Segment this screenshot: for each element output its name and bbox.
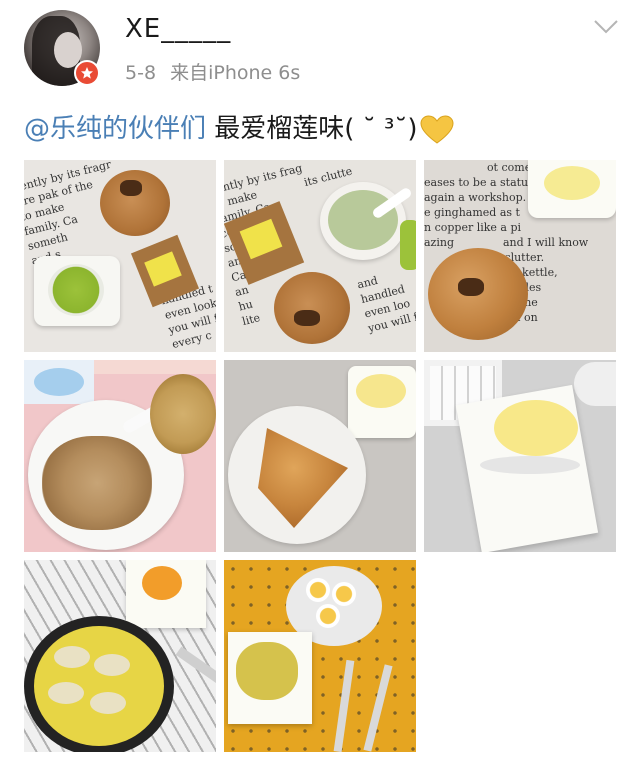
yellow-heart-icon xyxy=(420,114,454,144)
photo-2-chocolate xyxy=(294,310,320,326)
photo-7-dumpling-2 xyxy=(94,654,130,676)
post-text: @乐纯的伙伴们 最爱榴莲味( ˘ ³˘) xyxy=(24,108,454,145)
photo-8-egg-2 xyxy=(332,582,356,606)
photo-3[interactable]: ot come into it eases to be a statu again … xyxy=(424,160,616,352)
photo-2[interactable]: gently by its fragto make its cluttefami… xyxy=(224,160,416,352)
photo-1-chocolate xyxy=(120,180,142,196)
photo-4-lid-print xyxy=(34,368,84,396)
photo-7-orange-print xyxy=(142,566,182,600)
photo-4[interactable] xyxy=(24,360,216,552)
mention-link[interactable]: @乐纯的伙伴们 xyxy=(24,114,206,144)
photo-8-durian-print xyxy=(236,642,298,700)
photo-2-cup-edge xyxy=(400,220,416,270)
photo-8[interactable] xyxy=(224,560,416,752)
photo-1[interactable]: gently by its fragr are pak of the to make… xyxy=(24,160,216,352)
photo-6[interactable] xyxy=(424,360,616,552)
photo-1-matcha xyxy=(48,264,104,316)
photo-8-egg-3 xyxy=(316,604,340,628)
photo-8-egg-1 xyxy=(306,578,330,602)
photo-7-dumpling-4 xyxy=(90,692,126,714)
photo-7-dumpling-1 xyxy=(54,646,90,668)
username[interactable]: XE_____ xyxy=(125,14,231,44)
photo-6-cup-rim xyxy=(480,456,580,474)
photo-4-granola xyxy=(42,436,152,530)
post-body: 最爱榴莲味( ˘ ³˘) xyxy=(206,114,418,144)
photo-6-durian-print xyxy=(494,400,578,456)
post-date: 5-8 xyxy=(125,62,157,84)
photo-2-cookie xyxy=(274,272,350,344)
photo-5[interactable] xyxy=(224,360,416,552)
photo-7[interactable] xyxy=(24,560,216,752)
photo-6-mouse xyxy=(574,362,616,406)
photo-5-durian-print xyxy=(356,374,406,408)
photo-7-dumpling-3 xyxy=(48,682,84,704)
post-meta: 5-8 来自iPhone 6s xyxy=(125,58,308,85)
chevron-down-icon[interactable] xyxy=(592,18,620,36)
photo-2-newsprint-right: and handled even loo you will fe xyxy=(355,273,416,336)
photo-4-nut-bowl xyxy=(150,374,216,454)
post-source: 来自iPhone 6s xyxy=(170,62,301,84)
photo-3-chocolate xyxy=(458,278,484,296)
verified-badge-icon xyxy=(74,60,100,86)
photo-3-durian-print xyxy=(544,166,600,200)
